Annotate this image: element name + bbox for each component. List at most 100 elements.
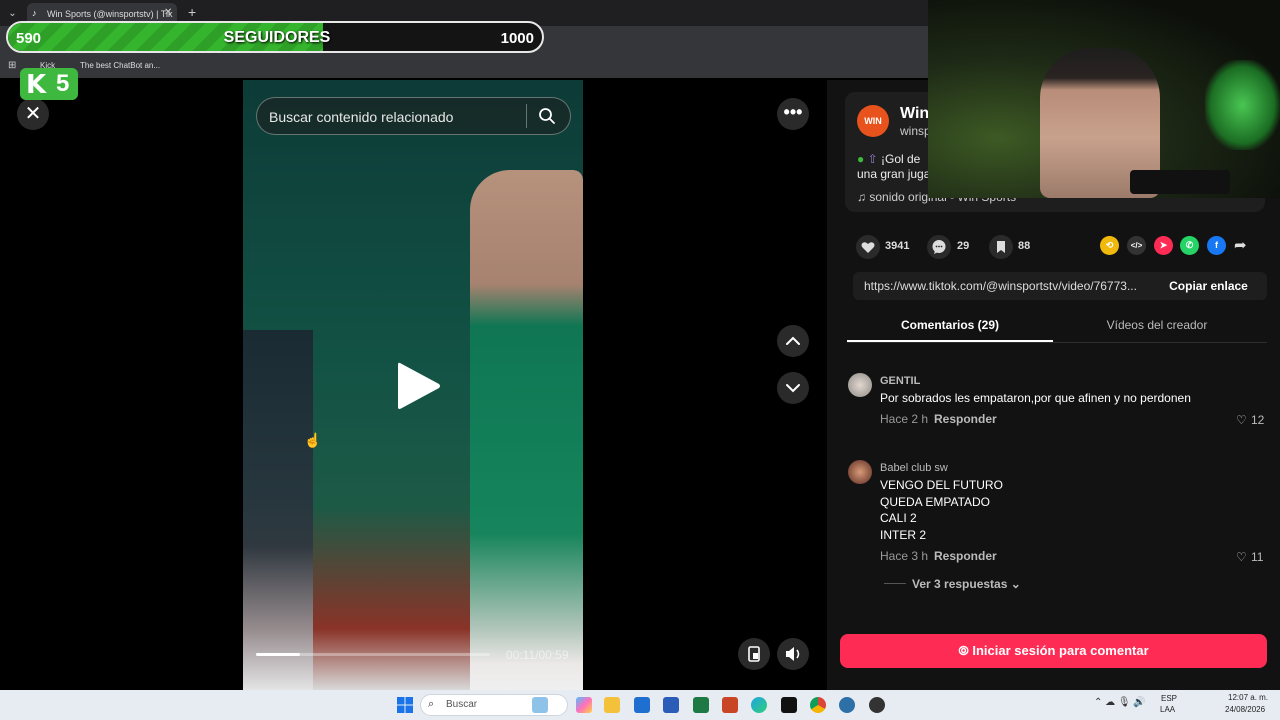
app-icon[interactable] [869,697,885,713]
edge-icon[interactable] [751,697,767,713]
creator-name[interactable]: Win [900,105,929,123]
tab-title: Win Sports (@winsportstv) | Tik [47,9,173,19]
video-progress-fill [256,653,301,656]
copy-link-button[interactable]: Copiar enlace [1150,272,1267,300]
upload-icon: ⇧ [867,152,878,166]
taskbar-search-icon: ⌕ [428,698,435,710]
apps-grid-icon[interactable]: ⊞ [8,60,16,71]
search-icon[interactable] [538,107,556,125]
picture-in-picture-button[interactable] [738,638,770,670]
pip-icon [748,646,760,662]
comment-like-count: 12 [1251,413,1265,427]
comment-time: Hace 3 h [880,549,929,563]
creator-handle[interactable]: winsp [900,124,931,138]
view-replies-label: Ver 3 respuestas [912,577,1008,591]
chevron-down-icon: ⌄ [1010,577,1021,591]
previous-video-button[interactable] [777,325,809,357]
search-highlight-icon [532,697,548,713]
view-replies-button[interactable]: Ver 3 respuestas ⌄ [912,577,1021,591]
heart-icon[interactable] [856,235,880,259]
goal-target: 1000 [500,30,534,47]
chevron-down-icon [786,384,800,393]
share-link-text[interactable]: https://www.tiktok.com/@winsportstv/vide… [864,279,1146,293]
file-explorer-icon[interactable] [604,697,620,713]
comment-count: 29 [957,240,970,252]
tab-search-chevron-icon[interactable]: ⌄ [5,6,20,21]
play-icon[interactable] [396,360,442,412]
new-tab-icon[interactable]: + [188,4,196,20]
tab-creator-videos[interactable]: Vídeos del creador [1054,312,1260,342]
speaker-icon [786,647,800,661]
video-description: ● ⇧ ¡Gol de [857,152,920,166]
comment-time: Hace 2 h [880,412,929,426]
comment-text-line: INTER 2 [880,527,927,542]
whatsapp-icon[interactable]: ✆ [1180,236,1199,255]
store-icon[interactable] [634,697,650,713]
kick-count: 5 [56,70,70,97]
music-note-icon: ♫ [857,190,866,204]
facebook-icon[interactable]: f [1207,236,1226,255]
webcam-green-light [1205,60,1280,150]
bookmark-icon[interactable] [989,235,1013,259]
tab-close-icon[interactable]: ✕ [164,7,172,18]
embed-code-icon[interactable]: </> [1127,236,1146,255]
webcam-keyboard [1130,170,1230,194]
comment-text: Por sobrados les empataron,por que afine… [880,391,1191,405]
green-circle-icon: ● [857,152,865,166]
bookmark-chatbot[interactable]: The best ChatBot an... [80,61,160,70]
share-arrow-icon[interactable]: ➦ [1234,236,1247,254]
related-search-placeholder: Buscar contenido relacionado [269,109,454,125]
chevron-up-icon [786,336,800,345]
comment-heart-icon[interactable]: ♡ [1236,413,1247,427]
login-label: Iniciar sesión para comentar [972,643,1149,658]
search-divider [526,104,527,128]
tiktok-favicon-icon: ♪ [32,8,37,18]
description-line-2: una gran juga [857,167,931,181]
excel-icon[interactable] [693,697,709,713]
video-player-figure [470,170,583,690]
system-tray-icons[interactable]: ⌃ ☁ 🎙 🔊 [1094,697,1146,708]
comment-icon[interactable] [927,235,951,259]
more-options-button[interactable]: ••• [777,98,809,130]
login-to-comment-button[interactable]: ⦾ Iniciar sesión para comentar [840,634,1267,668]
comment-username[interactable]: GENTIL [880,375,920,387]
copilot-icon[interactable] [576,697,592,713]
goal-label: SEGUIDORES [223,29,331,46]
replies-rule [884,583,906,584]
comment-username[interactable]: Babel club sw [880,462,948,474]
volume-button[interactable] [777,638,809,670]
follower-goal-bar: 590 SEGUIDORES 1000 [6,21,544,53]
avatar[interactable] [848,373,872,397]
description-line-1: ¡Gol de [881,152,921,166]
powerpoint-icon[interactable] [722,697,738,713]
comment-text-line: VENGO DEL FUTURO [880,478,1003,492]
steam-icon[interactable] [839,697,855,713]
chrome-icon[interactable] [810,697,826,713]
creator-avatar[interactable]: WIN [857,105,889,137]
kick-logo-icon: K [26,70,47,100]
reply-button[interactable]: Responder [934,412,997,426]
send-icon[interactable]: ➤ [1154,236,1173,255]
keyboard-layout-indicator[interactable]: LAA [1160,705,1175,714]
word-icon[interactable] [663,697,679,713]
windows-start-icon[interactable] [397,697,413,713]
clock-time[interactable]: 12:07 a. m. [1228,693,1268,702]
comment-text-line: CALI 2 [880,511,917,525]
tabs-divider [847,342,1267,343]
video-time-label: 00:11/00:59 [506,648,569,662]
repost-icon[interactable]: ⟲ [1100,236,1119,255]
comment-dots-icon: ⦾ [958,643,969,658]
like-count: 3941 [885,240,910,252]
avatar[interactable] [848,460,872,484]
close-video-button[interactable]: ✕ [17,98,49,130]
reply-button[interactable]: Responder [934,549,997,563]
next-video-button[interactable] [777,372,809,404]
taskbar-search-label: Buscar [446,699,478,710]
comment-heart-icon[interactable]: ♡ [1236,550,1247,564]
obs-icon[interactable] [781,697,797,713]
tab-comments[interactable]: Comentarios (29) [847,312,1053,342]
clock-date[interactable]: 24/08/2026 [1225,705,1265,714]
language-indicator[interactable]: ESP [1161,694,1177,703]
mouse-pointer-icon: ☝ [304,432,322,448]
comment-text-line: QUEDA EMPATADO [880,494,991,509]
